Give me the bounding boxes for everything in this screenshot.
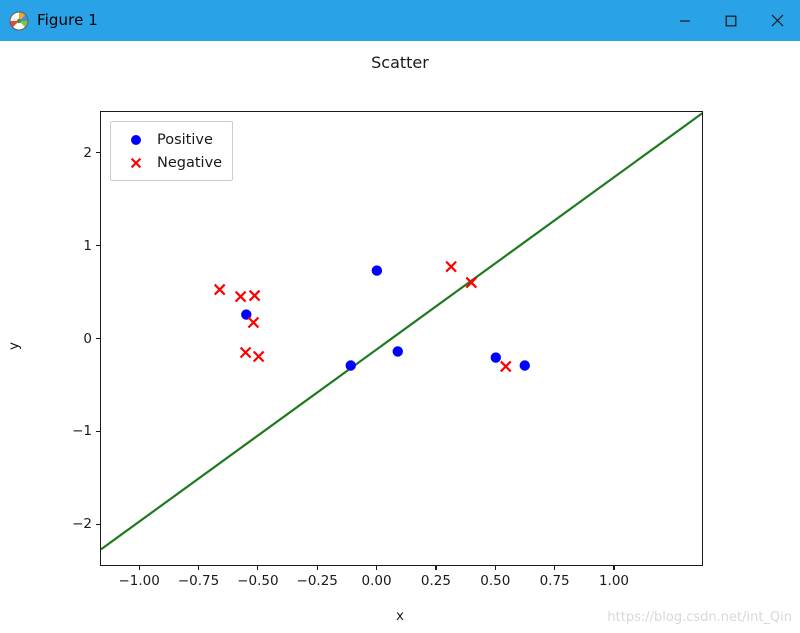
y-tick-label: 1 bbox=[83, 237, 92, 254]
x-tick-mark bbox=[554, 566, 556, 570]
legend-marker-circle-icon bbox=[119, 133, 153, 147]
y-tick-label: 0 bbox=[83, 330, 92, 347]
y-tick-label: 2 bbox=[83, 144, 92, 161]
legend-marker-x-icon bbox=[119, 156, 153, 170]
y-tick-mark bbox=[96, 337, 100, 340]
y-tick-mark bbox=[96, 523, 100, 525]
x-tick-label: 1.00 bbox=[598, 573, 629, 589]
close-button[interactable] bbox=[754, 0, 800, 41]
legend-item-negative: Negative bbox=[119, 151, 222, 174]
y-tick-mark bbox=[96, 152, 100, 154]
data-point-negative bbox=[499, 360, 512, 373]
data-point-negative bbox=[252, 350, 265, 363]
x-tick-label: 0.00 bbox=[361, 573, 392, 589]
x-tick-label: −0.50 bbox=[237, 573, 279, 589]
minimize-button[interactable] bbox=[662, 0, 708, 41]
data-point-positive bbox=[392, 346, 403, 357]
x-tick-mark bbox=[435, 566, 437, 570]
data-point-positive bbox=[490, 352, 501, 363]
data-point-negative bbox=[234, 290, 247, 303]
y-tick-mark bbox=[96, 430, 100, 432]
x-tick-label: 0.75 bbox=[539, 573, 570, 589]
x-tick-mark bbox=[613, 566, 615, 570]
window-titlebar[interactable]: Figure 1 bbox=[0, 0, 800, 41]
data-point-positive bbox=[345, 360, 356, 371]
legend-label-positive: Positive bbox=[157, 131, 213, 148]
data-point-negative bbox=[239, 346, 252, 359]
data-point-negative bbox=[247, 316, 260, 329]
matplotlib-icon bbox=[9, 11, 29, 31]
y-axis-label: y bbox=[6, 342, 22, 350]
figure-canvas: Scatter −1.00 −0.75 −0.50 −0.25 0.00 0.25 0.50… bbox=[0, 41, 800, 633]
legend-label-negative: Negative bbox=[157, 154, 223, 171]
data-point-negative bbox=[445, 260, 457, 273]
data-point-negative bbox=[248, 289, 261, 302]
window-controls bbox=[662, 0, 800, 41]
x-tick-label: −0.25 bbox=[296, 573, 338, 589]
data-point-positive bbox=[519, 360, 530, 371]
y-tick-mark bbox=[96, 245, 100, 247]
x-tick-mark bbox=[197, 566, 200, 570]
x-tick-mark bbox=[316, 566, 318, 570]
data-point-positive bbox=[371, 265, 383, 276]
x-tick-mark bbox=[257, 566, 259, 570]
maximize-button[interactable] bbox=[708, 0, 754, 41]
chart-legend: Positive Negative bbox=[110, 121, 234, 181]
data-point-negative bbox=[213, 283, 226, 296]
figure-window: Figure 1 Scatter −1.00 −0.75 −0.50 −0.25 0.0… bbox=[0, 0, 800, 633]
y-tick-label: −2 bbox=[72, 516, 92, 533]
chart-title: Scatter bbox=[371, 53, 429, 72]
x-tick-label: 0.25 bbox=[420, 573, 451, 589]
x-tick-label: −0.75 bbox=[177, 573, 220, 589]
window-title: Figure 1 bbox=[37, 11, 98, 29]
legend-item-positive: Positive bbox=[119, 128, 222, 151]
x-tick-mark bbox=[375, 566, 378, 570]
y-tick-label: −1 bbox=[72, 423, 92, 440]
x-tick-label: −1.00 bbox=[118, 573, 160, 589]
x-tick-mark bbox=[138, 566, 140, 570]
watermark-text: https://blog.csdn.net/int_Qin bbox=[607, 610, 792, 625]
x-tick-mark bbox=[494, 566, 496, 570]
x-tick-label: 0.50 bbox=[480, 573, 511, 589]
